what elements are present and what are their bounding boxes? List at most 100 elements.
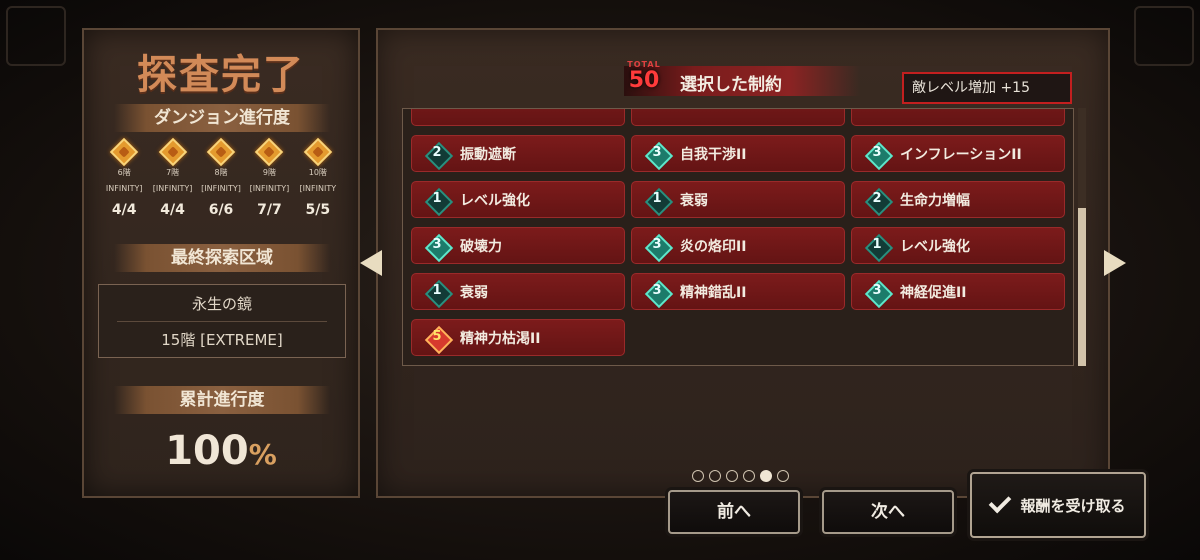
next-button[interactable]: 次へ — [822, 490, 954, 534]
floor-diamond-icon — [303, 137, 332, 167]
floor-progress-item: 8階 [INFINITY] 6/6 — [197, 137, 245, 218]
claim-reward-label: 報酬を受け取る — [1020, 496, 1126, 515]
floor-progress-item: 6階 INFINITY] 4/4 — [100, 137, 148, 218]
constraint-level: 1 — [432, 190, 442, 206]
scrollbar-thumb[interactable] — [1078, 208, 1086, 366]
area-name: 永生の鏡 — [191, 295, 252, 313]
constraint-item-hidden — [631, 109, 845, 126]
constraint-item-hidden — [851, 109, 1065, 126]
constraint-level: 1 — [432, 282, 442, 298]
level-diamond-icon: 3 — [646, 143, 668, 165]
constraint-label: 振動遮断 — [460, 146, 516, 163]
next-page-arrow-icon[interactable] — [1104, 250, 1126, 276]
selected-constraints-panel: TOTAL 50 選択した制約 敵レベル増加 +15 2 振動遮断 3 自我干渉II 3… — [376, 28, 1110, 498]
constraint-item: 1 衰弱 — [411, 273, 625, 310]
constraint-label: インフレーションII — [900, 146, 1022, 163]
page-dot[interactable] — [743, 470, 755, 482]
floor-progress: 4/4 — [160, 202, 185, 218]
floor-label: 6階 — [117, 168, 131, 177]
floor-diamond-icon — [255, 137, 284, 167]
floor-progress: 6/6 — [208, 202, 234, 218]
constraint-level: 3 — [652, 144, 662, 160]
constraint-level: 3 — [872, 282, 882, 298]
page-dot[interactable] — [692, 470, 704, 482]
constraint-scrollbar[interactable] — [1078, 108, 1086, 366]
constraint-item: 1 衰弱 — [631, 181, 845, 218]
floor-progress-item: 7階 [INFINITY] 4/4 — [148, 137, 196, 218]
level-diamond-icon: 2 — [426, 143, 448, 165]
page-dot[interactable] — [760, 470, 772, 482]
total-progress-unit: % — [248, 438, 277, 471]
last-area-header: 最終探索区域 — [114, 244, 330, 272]
floor-progress: 5/5 — [305, 202, 331, 218]
page-dot[interactable] — [726, 470, 738, 482]
floor-progress-item: 9階 [INFINITY] 7/7 — [245, 137, 293, 218]
level-diamond-icon: 3 — [866, 281, 888, 303]
level-diamond-icon: 3 — [866, 143, 888, 165]
area-floor: 15階 [EXTREME] — [161, 331, 283, 349]
constraint-label: 炎の烙印II — [680, 238, 747, 255]
constraint-label: レベル強化 — [900, 238, 970, 255]
total-badge-value: 50 — [628, 68, 660, 93]
prev-page-arrow-icon[interactable] — [360, 250, 382, 276]
constraint-level: 2 — [432, 144, 442, 160]
constraint-item: 3 インフレーションII — [851, 135, 1065, 172]
level-diamond-icon: 1 — [426, 281, 448, 303]
level-diamond-icon: 1 — [426, 189, 448, 211]
constraints-title: 選択した制約 — [680, 75, 782, 95]
frame-corner — [1134, 6, 1194, 66]
level-diamond-icon: 1 — [646, 189, 668, 211]
floor-diamond-icon — [158, 137, 187, 167]
constraint-level: 1 — [652, 190, 662, 206]
exploration-summary-panel: 探査完了 ダンジョン進行度 6階 INFINITY] 4/4 7階 [INFIN… — [82, 28, 360, 498]
dungeon-progress-header: ダンジョン進行度 — [114, 104, 330, 132]
page-dot[interactable] — [709, 470, 721, 482]
floor-label: 9階 — [262, 168, 276, 177]
constraint-label: 精神錯乱II — [680, 284, 747, 301]
panel-title: 探査完了 — [137, 52, 305, 98]
floor-mode: [INFINITY] — [201, 184, 241, 193]
level-diamond-icon: 3 — [646, 281, 668, 303]
level-diamond-icon: 3 — [426, 235, 448, 257]
floor-diamond-icon — [206, 137, 236, 167]
floor-mode: [INFINITY — [299, 184, 337, 193]
constraint-level: 5 — [432, 328, 442, 344]
floor-diamond-icon — [110, 137, 139, 167]
constraint-item: 1 レベル強化 — [851, 227, 1065, 264]
constraint-label: 衰弱 — [680, 192, 708, 209]
constraint-level: 3 — [652, 236, 662, 252]
level-diamond-icon: 3 — [646, 235, 668, 257]
floor-progress-list: 6階 INFINITY] 4/4 7階 [INFINITY] 4/4 8階 [I… — [100, 137, 342, 218]
constraint-level: 3 — [872, 144, 882, 160]
level-diamond-icon: 1 — [866, 235, 888, 257]
total-progress-header: 累計進行度 — [114, 386, 330, 414]
constraint-item: 5 精神力枯渇II — [411, 319, 625, 356]
constraint-level: 2 — [872, 190, 882, 206]
constraint-item: 3 炎の烙印II — [631, 227, 845, 264]
claim-reward-button[interactable]: 報酬を受け取る — [970, 472, 1146, 538]
floor-progress: 7/7 — [257, 202, 282, 218]
constraint-level: 1 — [872, 236, 882, 252]
total-progress-value: 100% — [84, 428, 358, 474]
floor-progress-item: 10階 [INFINITY 5/5 — [294, 137, 342, 218]
floor-progress: 4/4 — [111, 202, 137, 218]
constraint-label: 破壊力 — [460, 238, 502, 255]
page-dot[interactable] — [777, 470, 789, 482]
prev-button[interactable]: 前へ — [668, 490, 800, 534]
last-area-box: 永生の鏡 15階 [EXTREME] — [98, 284, 346, 358]
check-icon — [989, 490, 1012, 514]
floor-label: 10階 — [308, 168, 327, 177]
constraint-label: 神経促進II — [900, 284, 967, 301]
enemy-level-bonus: 敵レベル増加 +15 — [902, 72, 1072, 104]
constraint-item: 2 振動遮断 — [411, 135, 625, 172]
constraint-item: 3 精神錯乱II — [631, 273, 845, 310]
constraint-label: 衰弱 — [460, 284, 488, 301]
constraint-level: 3 — [432, 236, 442, 252]
constraint-list[interactable]: 2 振動遮断 3 自我干渉II 3 インフレーションII 1 レベル強化 1 衰弱 2 生命力増幅 3 破… — [402, 108, 1074, 366]
page-indicator — [692, 470, 789, 482]
floor-label: 7階 — [166, 168, 180, 177]
constraint-item-hidden — [411, 109, 625, 126]
constraint-item: 3 破壊力 — [411, 227, 625, 264]
constraint-item: 1 レベル強化 — [411, 181, 625, 218]
area-divider — [117, 321, 327, 322]
